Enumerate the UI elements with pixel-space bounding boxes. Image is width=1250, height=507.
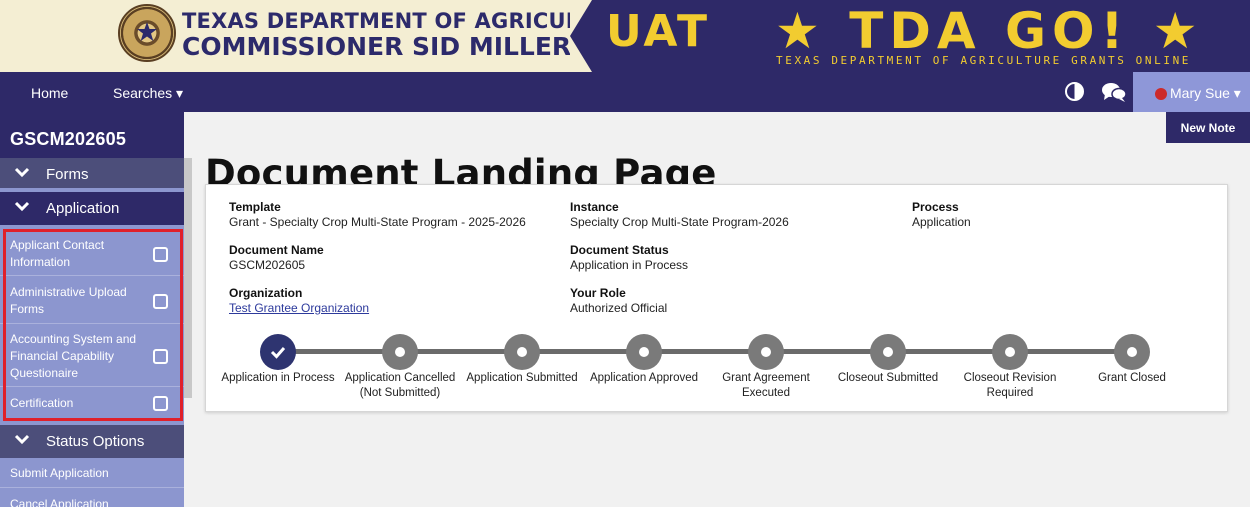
step-dot-icon (761, 347, 771, 357)
sidebar-scrollbar[interactable] (184, 158, 192, 398)
step-label-line1: Grant Agreement (722, 372, 810, 384)
progress-step-marker (504, 334, 540, 370)
progress-step-label: Grant Closed (1067, 371, 1197, 386)
instance-value: Specialty Crop Multi-State Program-2026 (570, 215, 789, 229)
user-menu[interactable]: Mary Sue ▾ (1133, 72, 1250, 112)
sidebar-item-label: Submit Application (10, 466, 109, 480)
document-name-value: GSCM202605 (229, 258, 306, 272)
step-label-line1: Closeout Submitted (837, 372, 939, 384)
progress-step-marker (260, 334, 296, 370)
chevron-down-icon (14, 434, 30, 445)
progress-step-label: Application Cancelled (Not Submitted) (335, 371, 465, 401)
checkmark-icon (270, 347, 286, 359)
progress-step-marker (1114, 334, 1150, 370)
nav-home[interactable]: Home (31, 85, 68, 101)
progress-step-marker (626, 334, 662, 370)
process-label: Process (912, 200, 959, 214)
sidebar-item-label: Cancel Application (10, 497, 109, 507)
step-dot-icon (883, 347, 893, 357)
progress-step-marker (870, 334, 906, 370)
document-status-value: Application in Process (570, 258, 689, 272)
user-name: Mary Sue ▾ (1170, 85, 1241, 101)
band-notch (570, 0, 592, 72)
progress-step-label: Closeout Submitted (823, 371, 953, 386)
status-dot-icon (1155, 88, 1167, 100)
step-dot-icon (1127, 347, 1137, 357)
texas-seal-icon (118, 4, 176, 62)
progress-step-label: Application Submitted (457, 371, 587, 386)
template-value: Grant - Specialty Crop Multi-State Progr… (229, 215, 526, 229)
step-label-line1: Application Approved (589, 372, 699, 384)
role-label: Your Role (570, 286, 626, 300)
forms-highlight-box (3, 229, 183, 421)
step-label-line2: Executed (742, 387, 790, 399)
progress-step-label: Closeout Revision Required (945, 371, 1075, 401)
tda-go-tagline: TEXAS DEPARTMENT OF AGRICULTURE GRANTS O… (776, 54, 1192, 67)
nav-searches-dropdown[interactable]: Searches ▾ (113, 85, 183, 102)
sidebar-section-forms[interactable]: Forms (0, 158, 184, 188)
sidebar-item-cancel-application[interactable]: Cancel Application (0, 488, 184, 507)
chevron-down-icon (14, 201, 30, 212)
sidebar-item-submit-application[interactable]: Submit Application (0, 458, 184, 488)
new-note-button[interactable]: New Note (1166, 112, 1250, 143)
document-name-label: Document Name (229, 243, 324, 257)
sidebar-section-status-options[interactable]: Status Options (0, 425, 184, 458)
template-label: Template (229, 200, 281, 214)
chat-icon[interactable] (1101, 81, 1127, 108)
app-banner: TEXAS DEPARTMENT OF AGRICULTURE COMMISSI… (0, 0, 1250, 72)
progress-step-label: Grant Agreement Executed (701, 371, 831, 401)
step-label-line2: Required (986, 387, 1034, 399)
contrast-toggle-icon[interactable] (1065, 82, 1084, 101)
organization-label: Organization (229, 286, 303, 300)
sidebar-section-application[interactable]: Application (0, 192, 184, 225)
step-dot-icon (1005, 347, 1015, 357)
role-value: Authorized Official (570, 301, 668, 315)
document-id: GSCM202605 (0, 112, 184, 158)
sidebar-section-label: Application (46, 200, 120, 217)
step-label-line2: (Not Submitted) (359, 387, 441, 399)
process-value: Application (912, 215, 971, 229)
step-label-line1: Application Submitted (466, 372, 578, 384)
progress-step-marker (992, 334, 1028, 370)
step-label-line1: Grant Closed (1098, 372, 1166, 384)
instance-label: Instance (570, 200, 619, 214)
sidebar-section-label: Status Options (46, 433, 145, 450)
document-status-label: Document Status (570, 243, 669, 257)
progress-step-marker (748, 334, 784, 370)
step-label-line1: Application Cancelled (344, 372, 456, 384)
sidebar-section-label: Forms (46, 166, 89, 183)
environment-label: UAT (606, 6, 711, 57)
step-label-line1: Application in Process (221, 372, 335, 384)
top-nav: Home Searches ▾ Mary Sue ▾ (0, 72, 1250, 112)
step-dot-icon (639, 347, 649, 357)
progress-step-label: Application in Process (213, 371, 343, 386)
tda-go-logo: ★ TDA GO! ★ (775, 2, 1204, 60)
chevron-down-icon (14, 167, 30, 178)
progress-step-marker (382, 334, 418, 370)
step-label-line1: Closeout Revision (963, 372, 1057, 384)
step-dot-icon (517, 347, 527, 357)
document-summary-card: Template Grant - Specialty Crop Multi-St… (205, 184, 1228, 412)
progress-step-label: Application Approved (579, 371, 709, 386)
organization-link[interactable]: Test Grantee Organization (229, 301, 369, 315)
step-dot-icon (395, 347, 405, 357)
